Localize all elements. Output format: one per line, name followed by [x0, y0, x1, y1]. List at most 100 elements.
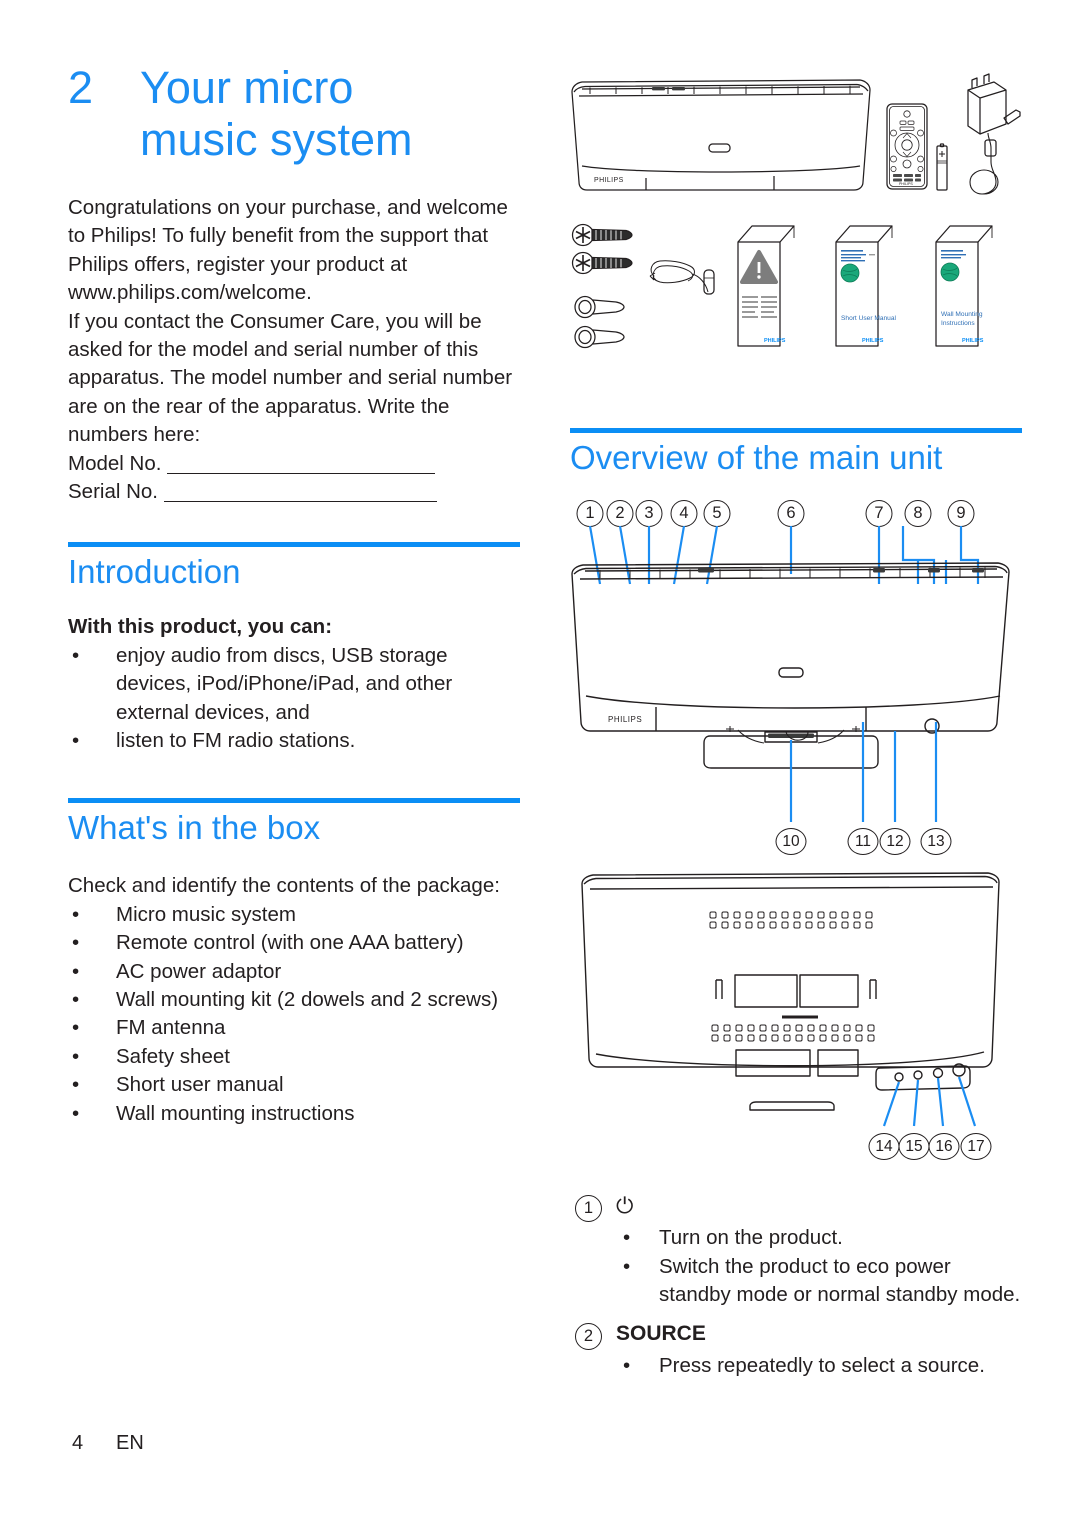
callout-9: 9: [947, 500, 975, 527]
intro-paragraph-2: If you contact the Consumer Care, you wi…: [68, 309, 513, 447]
wall-mounting-title-line2: Instructions: [941, 320, 975, 327]
page-number: 4: [72, 1432, 84, 1454]
key-bullet-list: • Press repeatedly to select a source.: [614, 1352, 1025, 1381]
callout-4: 4: [670, 500, 698, 527]
list-item-text: Switch the product to eco power standby …: [659, 1254, 1021, 1307]
key-header: 2 SOURCE: [575, 1320, 1025, 1350]
left-column: 2 Your micro music system Congratulation…: [68, 62, 520, 1128]
section-rule: [68, 798, 520, 804]
key-body: • Turn on the product. • Switch the produc…: [614, 1224, 1025, 1310]
model-no-input[interactable]: [167, 472, 436, 474]
section-rule: [68, 542, 520, 548]
callout-5: 5: [703, 500, 731, 527]
rear-view-illustration: [560, 862, 1022, 1132]
introduction-bullet-list: • enjoy audio from discs, USB storage dev…: [68, 642, 520, 756]
whats-in-box-bullet-list: • Micro music system • Remote control (wit…: [68, 901, 520, 1128]
callout-17: 17: [960, 1133, 992, 1160]
aaa-battery-drawing: [936, 143, 948, 191]
page-footer: 4 EN: [72, 1432, 144, 1455]
wall-mounting-brand-text: PHILIPS: [962, 338, 984, 344]
list-item-text: Remote control (with one AAA battery): [116, 931, 464, 955]
list-item: • listen to FM radio stations.: [68, 727, 520, 755]
callout-6: 6: [777, 500, 805, 527]
list-item-text: Wall mounting kit (2 dowels and 2 screws…: [116, 988, 499, 1011]
bullet-dot-icon: •: [72, 643, 80, 667]
callout-2: 2: [606, 500, 634, 527]
introduction-lead: With this product, you can:: [68, 615, 333, 639]
callout-leader-lines: [588, 526, 980, 585]
fm-antenna-drawing: [649, 260, 715, 295]
list-item-text: FM antenna: [116, 1016, 226, 1040]
callout-16: 16: [928, 1133, 960, 1160]
model-field-row: Model No.: [68, 450, 520, 478]
safety-sheet-brand-text: PHILIPS: [764, 338, 786, 344]
list-item: • FM antenna: [68, 1014, 520, 1042]
short-user-manual-drawing: Short User Manual PHILIPS: [835, 225, 897, 347]
bullet-dot-icon: •: [72, 1044, 80, 1068]
section-rule: [570, 428, 1022, 433]
list-item-text: Short user manual: [116, 1073, 284, 1097]
list-item: • Turn on the product.: [614, 1224, 1025, 1253]
front-callouts-top: 1 2 3 4 5 6 7 8 9: [0, 500, 1080, 527]
section-overview-of-main-unit: Overview of the main unit: [570, 428, 1022, 477]
front-view-illustration: PHILIPS: [560, 526, 1022, 826]
ac-power-adaptor-drawing: [967, 73, 1021, 195]
key-body: • Press repeatedly to select a source.: [614, 1352, 1025, 1381]
key-label-source: SOURCE: [616, 1321, 706, 1345]
key-descriptions: 1 ⏻ • Turn on the product. • Switch the pr…: [575, 1192, 1025, 1380]
list-item: • Micro music system: [68, 901, 520, 929]
front-unit-brand-text: PHILIPS: [608, 715, 642, 724]
main-unit-brand-text: PHILIPS: [594, 177, 624, 184]
remote-brand-text: PHILIPS: [899, 182, 913, 186]
bullet-dot-icon: •: [72, 902, 80, 926]
bullet-dot-icon: •: [72, 959, 80, 983]
callout-8: 8: [904, 500, 932, 527]
box-contents-illustration: PHILIPS PHILIPS PHILIPS Short User Manua…: [560, 56, 1022, 396]
list-item-text: listen to FM radio stations.: [116, 729, 356, 753]
key-header: 1 ⏻: [575, 1192, 1025, 1222]
chapter-title-line2: music system: [140, 114, 413, 165]
callout-11: 11: [847, 828, 879, 855]
key-bullet-list: • Turn on the product. • Switch the produc…: [614, 1224, 1025, 1310]
rear-view-artwork: [581, 872, 1000, 1127]
bullet-dot-icon: •: [72, 931, 80, 955]
callout-13: 13: [920, 828, 952, 855]
bullet-dot-icon: •: [72, 1101, 80, 1125]
remote-control-drawing: PHILIPS: [886, 103, 928, 190]
short-user-manual-brand-text: PHILIPS: [862, 338, 884, 344]
manual-page: 2 Your micro music system Congratulation…: [0, 0, 1080, 1527]
rear-callouts: 14 15 16 17: [0, 1133, 1080, 1160]
bullet-dot-icon: •: [72, 988, 80, 1011]
front-view-artwork: PHILIPS: [571, 526, 1010, 822]
chapter-heading: 2 Your micro music system: [68, 62, 520, 166]
dowels-drawing: [574, 295, 625, 349]
list-item-text: Turn on the product.: [659, 1226, 843, 1249]
chapter-number: 2: [68, 62, 94, 113]
list-item: • Switch the product to eco power standby…: [614, 1253, 1025, 1310]
bullet-dot-icon: •: [623, 1226, 631, 1249]
list-item: • Wall mounting instructions: [68, 1100, 520, 1128]
language-code: EN: [116, 1432, 144, 1454]
bullet-dot-icon: •: [623, 1254, 631, 1278]
section-introduction: Introduction With this product, you can:…: [68, 542, 520, 755]
list-item: • Safety sheet: [68, 1043, 520, 1071]
key-entry-1: 1 ⏻ • Turn on the product. • Switch the pr…: [575, 1192, 1025, 1310]
list-item: • enjoy audio from discs, USB storage dev…: [68, 642, 520, 727]
list-item: • Press repeatedly to select a source.: [614, 1352, 1025, 1381]
list-item-text: Micro music system: [116, 902, 296, 926]
callout-7: 7: [865, 500, 893, 527]
callout-15: 15: [898, 1133, 930, 1160]
standby-power-icon: ⏻: [616, 1193, 634, 1218]
callout-10: 10: [775, 828, 807, 855]
bullet-dot-icon: •: [72, 729, 80, 753]
whats-in-box-lead: Check and identify the contents of the p…: [68, 874, 500, 898]
key-number-2: 2: [575, 1322, 602, 1350]
rear-callout-leader-lines: [882, 1076, 977, 1127]
chapter-title-line1: Your micro: [140, 62, 354, 113]
list-item-text: enjoy audio from discs, USB storage devi…: [116, 643, 453, 724]
intro-paragraphs: Congratulations on your purchase, and we…: [68, 194, 520, 450]
key-entry-2: 2 SOURCE • Press repeatedly to select a s…: [575, 1320, 1025, 1381]
callout-12: 12: [879, 828, 911, 855]
short-user-manual-title: Short User Manual: [841, 315, 897, 322]
list-item-text: AC power adaptor: [116, 959, 282, 983]
